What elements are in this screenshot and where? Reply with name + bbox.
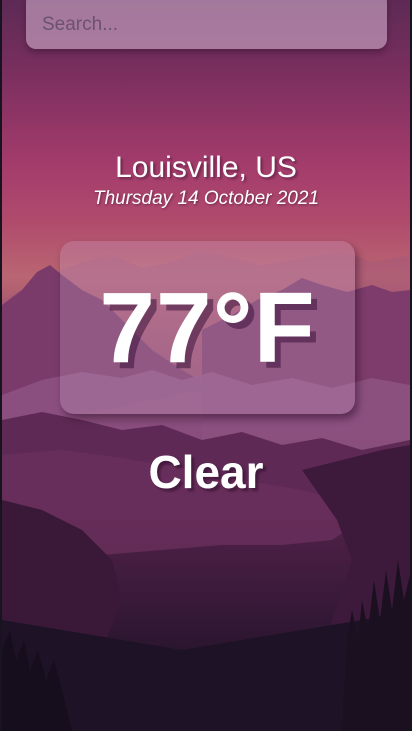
current-date: Thursday 14 October 2021	[92, 188, 320, 209]
app-frame: Louisville, US Thursday 14 October 2021 …	[0, 0, 412, 731]
search-input[interactable]	[26, 0, 387, 49]
weather-condition: Clear	[148, 446, 264, 498]
temperature-value: 77°F	[99, 271, 316, 384]
left-edge	[0, 0, 2, 731]
location-header: Louisville, US Thursday 14 October 2021	[2, 149, 410, 211]
search-bar[interactable]	[26, 0, 387, 49]
temperature-card: 77°F	[60, 241, 355, 414]
city-name: Louisville, US	[115, 151, 297, 184]
